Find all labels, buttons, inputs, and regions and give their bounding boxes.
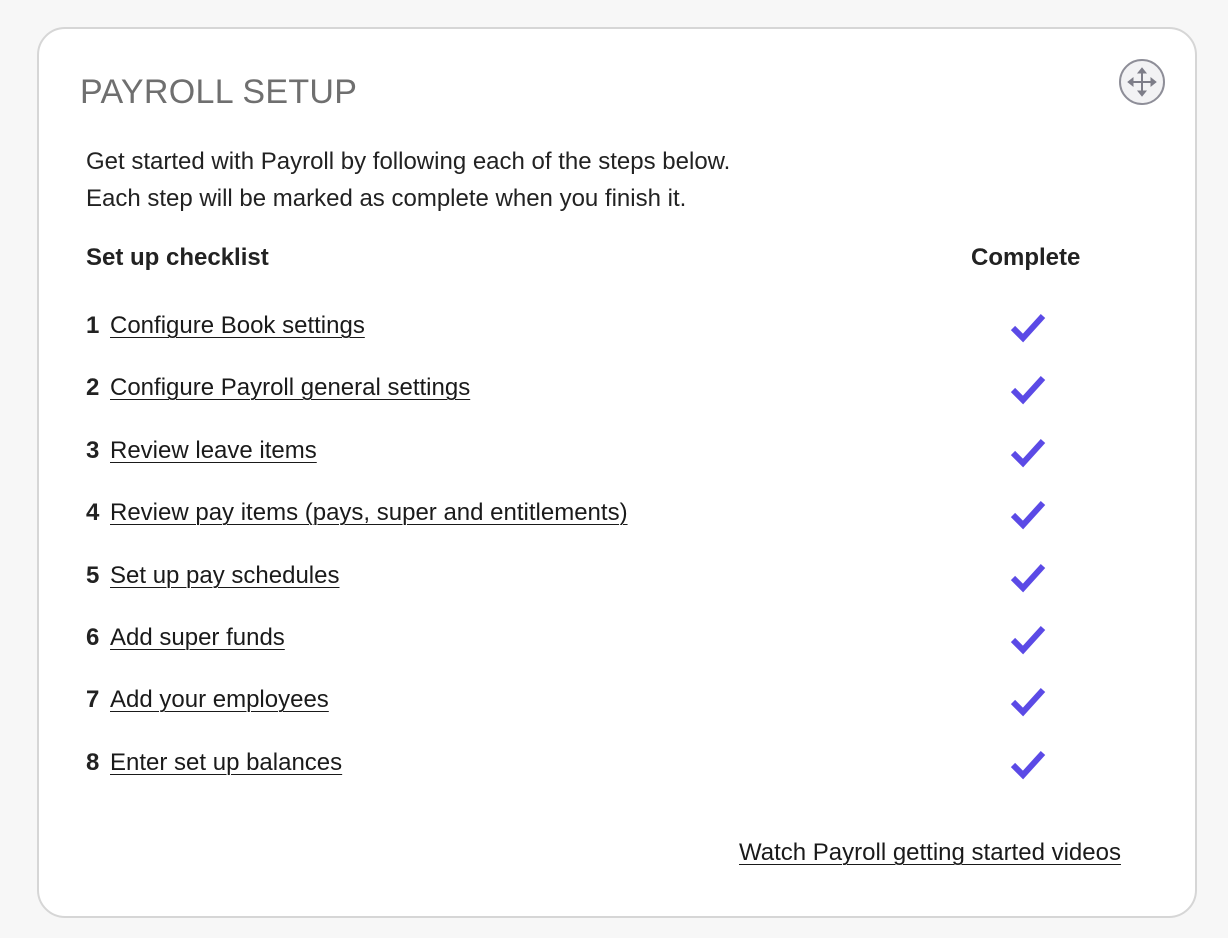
step-number: 3 [86, 437, 100, 464]
checklist-step: 3 Review leave items [86, 434, 1146, 474]
step-link[interactable]: Set up pay schedules [110, 559, 340, 593]
step-link[interactable]: Configure Payroll general settings [110, 371, 470, 405]
move-widget-button[interactable] [1119, 59, 1165, 105]
checklist-step: 5 Set up pay schedules [86, 559, 1146, 599]
step-link[interactable]: Review pay items (pays, super and entitl… [110, 496, 628, 530]
complete-check-icon [1010, 313, 1046, 343]
complete-check-icon [1010, 500, 1046, 530]
card-title: PAYROLL SETUP [80, 73, 358, 111]
checklist-step: 1 Configure Book settings [86, 309, 1146, 349]
watch-videos-link[interactable]: Watch Payroll getting started videos [739, 839, 1121, 867]
checklist-step: 6 Add super funds [86, 621, 1146, 661]
checklist-step: 2 Configure Payroll general settings [86, 371, 1146, 411]
step-number: 8 [86, 749, 100, 776]
step-link[interactable]: Enter set up balances [110, 746, 342, 780]
step-link[interactable]: Add your employees [110, 683, 329, 717]
move-arrows-icon [1127, 67, 1157, 97]
step-number: 6 [86, 624, 100, 651]
step-number: 4 [86, 499, 100, 526]
intro-text: Get started with Payroll by following ea… [86, 143, 730, 217]
complete-header: Complete [971, 244, 1081, 271]
step-link[interactable]: Configure Book settings [110, 309, 365, 343]
intro-line-1: Get started with Payroll by following ea… [86, 148, 731, 175]
step-number: 7 [86, 686, 100, 713]
complete-check-icon [1010, 563, 1046, 593]
complete-check-icon [1010, 438, 1046, 468]
payroll-setup-card: PAYROLL SETUP Get started with Payroll b… [37, 27, 1197, 918]
step-link[interactable]: Add super funds [110, 621, 285, 655]
complete-check-icon [1010, 687, 1046, 717]
step-number: 5 [86, 562, 100, 589]
complete-check-icon [1010, 750, 1046, 780]
complete-check-icon [1010, 625, 1046, 655]
step-number: 2 [86, 374, 100, 401]
checklist-step: 4 Review pay items (pays, super and entit… [86, 496, 1146, 536]
step-link[interactable]: Review leave items [110, 434, 317, 468]
checklist-step: 8 Enter set up balances [86, 746, 1146, 786]
intro-line-2: Each step will be marked as complete whe… [86, 185, 687, 212]
checklist-step: 7 Add your employees [86, 683, 1146, 723]
complete-check-icon [1010, 375, 1046, 405]
checklist-header: Set up checklist [86, 244, 269, 271]
step-number: 1 [86, 312, 100, 339]
